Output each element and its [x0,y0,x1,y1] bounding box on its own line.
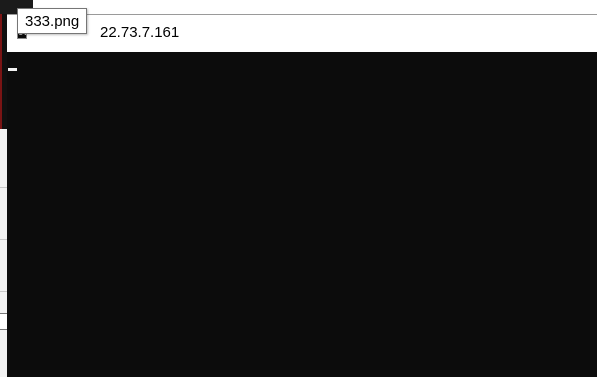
desktop: C: 22.73.7.161 333.png [0,0,597,377]
window-title: 22.73.7.161 [100,24,180,41]
console-output-area[interactable] [7,52,597,377]
background-window-accent [0,14,2,129]
background-divider [0,291,7,292]
tooltip: 333.png [17,8,88,34]
background-window-panel [0,129,7,377]
background-input-fragment [0,313,7,330]
title-bar[interactable]: C: 22.73.7.161 [7,15,597,52]
text-cursor [8,68,17,71]
background-divider [0,187,7,188]
background-divider [0,239,7,240]
console-window[interactable]: C: 22.73.7.161 [7,14,597,377]
